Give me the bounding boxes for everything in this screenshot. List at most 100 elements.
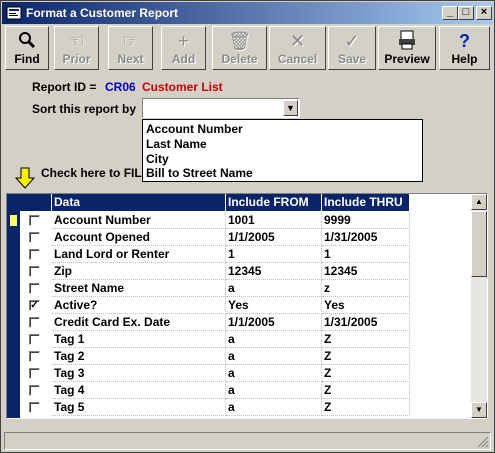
prior-hand-icon: ☜ bbox=[68, 31, 85, 51]
cancel-label: Cancel bbox=[277, 52, 318, 66]
include-checkbox[interactable] bbox=[29, 334, 40, 345]
sort-option[interactable]: Last Name bbox=[146, 137, 207, 151]
find-button[interactable]: Find bbox=[5, 26, 49, 70]
table-row[interactable]: Credit Card Ex. Date 1/1/2005 1/31/2005 bbox=[7, 314, 412, 331]
preview-icon bbox=[379, 30, 435, 52]
cell-from[interactable]: a bbox=[226, 331, 322, 348]
cell-data[interactable]: Tag 1 bbox=[52, 331, 226, 348]
cell-thru[interactable]: 1 bbox=[322, 246, 410, 263]
cancel-button[interactable]: ✕ Cancel bbox=[269, 26, 326, 70]
minimize-icon[interactable]: _ bbox=[442, 6, 458, 20]
cell-data[interactable]: Tag 5 bbox=[52, 399, 226, 416]
sort-option[interactable]: Bill to Street Name bbox=[146, 166, 253, 180]
include-checkbox[interactable] bbox=[29, 249, 40, 260]
include-checkbox[interactable] bbox=[29, 215, 40, 226]
cell-from[interactable]: a bbox=[226, 382, 322, 399]
sort-options-list: Account Number Last Name City Bill to St… bbox=[142, 119, 423, 182]
scroll-up-icon[interactable]: ▲ bbox=[471, 194, 487, 210]
save-button[interactable]: ✓ Save bbox=[328, 26, 376, 70]
table-row[interactable]: Tag 1aZ bbox=[7, 331, 412, 348]
cell-from[interactable]: 12345 bbox=[226, 263, 322, 280]
cell-from[interactable]: a bbox=[226, 399, 322, 416]
cell-thru[interactable]: 9999 bbox=[322, 212, 410, 229]
table-row[interactable]: Street Name a z bbox=[7, 280, 412, 297]
table-row[interactable]: Tag 2aZ bbox=[7, 348, 412, 365]
cell-data[interactable]: Tag 2 bbox=[52, 348, 226, 365]
cell-thru[interactable]: Z bbox=[322, 382, 410, 399]
include-checkbox[interactable] bbox=[29, 368, 40, 379]
cell-from[interactable]: a bbox=[226, 348, 322, 365]
cell-thru[interactable]: Z bbox=[322, 348, 410, 365]
include-checkbox[interactable]: ✓ bbox=[29, 300, 40, 311]
cell-thru[interactable]: Yes bbox=[322, 297, 410, 314]
cell-thru[interactable]: Z bbox=[322, 331, 410, 348]
plus-icon: + bbox=[178, 31, 189, 51]
cell-from[interactable]: 1/1/2005 bbox=[226, 229, 322, 246]
scroll-thumb[interactable] bbox=[471, 211, 487, 277]
table-row[interactable]: Land Lord or Renter 1 1 bbox=[7, 246, 412, 263]
cell-from[interactable]: 1001 bbox=[226, 212, 322, 229]
close-icon[interactable]: × bbox=[476, 6, 492, 20]
cell-thru[interactable]: 12345 bbox=[322, 263, 410, 280]
checkbox-column-header bbox=[20, 194, 52, 211]
include-checkbox[interactable] bbox=[29, 266, 40, 277]
scroll-down-icon[interactable]: ▼ bbox=[471, 402, 487, 418]
cell-from[interactable]: a bbox=[226, 280, 322, 297]
table-row[interactable]: ✓ Active? Yes Yes bbox=[7, 297, 412, 314]
save-label: Save bbox=[337, 52, 367, 66]
include-checkbox[interactable] bbox=[29, 402, 40, 413]
sort-option[interactable]: Account Number bbox=[146, 122, 243, 136]
preview-button[interactable]: Preview bbox=[378, 26, 436, 70]
vertical-scrollbar[interactable]: ▲ ▼ bbox=[471, 194, 487, 418]
add-button[interactable]: + Add bbox=[161, 26, 206, 70]
table-row[interactable]: Account Opened 1/1/2005 1/31/2005 bbox=[7, 229, 412, 246]
maximize-icon[interactable]: □ bbox=[458, 6, 474, 20]
cell-from[interactable]: 1 bbox=[226, 246, 322, 263]
table-row[interactable]: Tag 5aZ bbox=[7, 399, 412, 416]
prior-button[interactable]: ☜ Prior bbox=[54, 26, 99, 70]
next-button[interactable]: ☞ Next bbox=[108, 26, 153, 70]
cell-data[interactable]: Land Lord or Renter bbox=[52, 246, 226, 263]
cell-thru[interactable]: 1/31/2005 bbox=[322, 314, 410, 331]
include-checkbox[interactable] bbox=[29, 317, 40, 328]
cell-data[interactable]: Account Number bbox=[52, 212, 226, 229]
report-id-label: Report ID = bbox=[32, 80, 97, 94]
include-checkbox[interactable] bbox=[29, 385, 40, 396]
cell-thru[interactable]: 1/31/2005 bbox=[322, 229, 410, 246]
table-row[interactable]: Tag 3aZ bbox=[7, 365, 412, 382]
column-header-thru[interactable]: Include THRU bbox=[322, 194, 410, 211]
sort-select[interactable]: ▼ bbox=[142, 98, 300, 118]
include-checkbox[interactable] bbox=[29, 232, 40, 243]
cell-data[interactable]: Tag 3 bbox=[52, 365, 226, 382]
dropdown-arrow-icon[interactable]: ▼ bbox=[283, 100, 298, 116]
cell-data[interactable]: Credit Card Ex. Date bbox=[52, 314, 226, 331]
cell-data[interactable]: Street Name bbox=[52, 280, 226, 297]
include-checkbox[interactable] bbox=[29, 283, 40, 294]
cell-thru[interactable]: z bbox=[322, 280, 410, 297]
cell-data[interactable]: Account Opened bbox=[52, 229, 226, 246]
table-row[interactable]: Tag 4aZ bbox=[7, 382, 412, 399]
cell-from[interactable]: Yes bbox=[226, 297, 322, 314]
cell-thru[interactable]: Z bbox=[322, 399, 410, 416]
include-checkbox[interactable] bbox=[29, 351, 40, 362]
cell-data[interactable]: Zip bbox=[52, 263, 226, 280]
cell-data[interactable]: Active? bbox=[52, 297, 226, 314]
report-name: Customer List bbox=[142, 80, 223, 94]
criteria-grid: Data Include FROM Include THRU Account N… bbox=[6, 193, 488, 419]
help-button[interactable]: ? Help bbox=[439, 26, 490, 70]
toolbar: Find ☜ Prior ☞ Next + Add 🗑 Delete ✕ Can… bbox=[4, 26, 491, 71]
table-row[interactable]: Account Number 1001 9999 bbox=[7, 212, 412, 229]
column-header-from[interactable]: Include FROM bbox=[226, 194, 322, 211]
delete-button[interactable]: 🗑 Delete bbox=[212, 26, 267, 70]
help-label: Help bbox=[451, 52, 478, 66]
cell-thru[interactable]: Z bbox=[322, 365, 410, 382]
resize-grip-icon[interactable] bbox=[477, 436, 489, 448]
column-header-data[interactable]: Data bbox=[52, 194, 226, 211]
table-row[interactable]: Zip 12345 12345 bbox=[7, 263, 412, 280]
cell-data[interactable]: Tag 4 bbox=[52, 382, 226, 399]
sort-option[interactable]: City bbox=[146, 152, 169, 166]
preview-label: Preview bbox=[384, 52, 430, 66]
cell-from[interactable]: a bbox=[226, 365, 322, 382]
cell-from[interactable]: 1/1/2005 bbox=[226, 314, 322, 331]
title-bar[interactable]: Format a Customer Report _ □ × bbox=[2, 2, 493, 24]
